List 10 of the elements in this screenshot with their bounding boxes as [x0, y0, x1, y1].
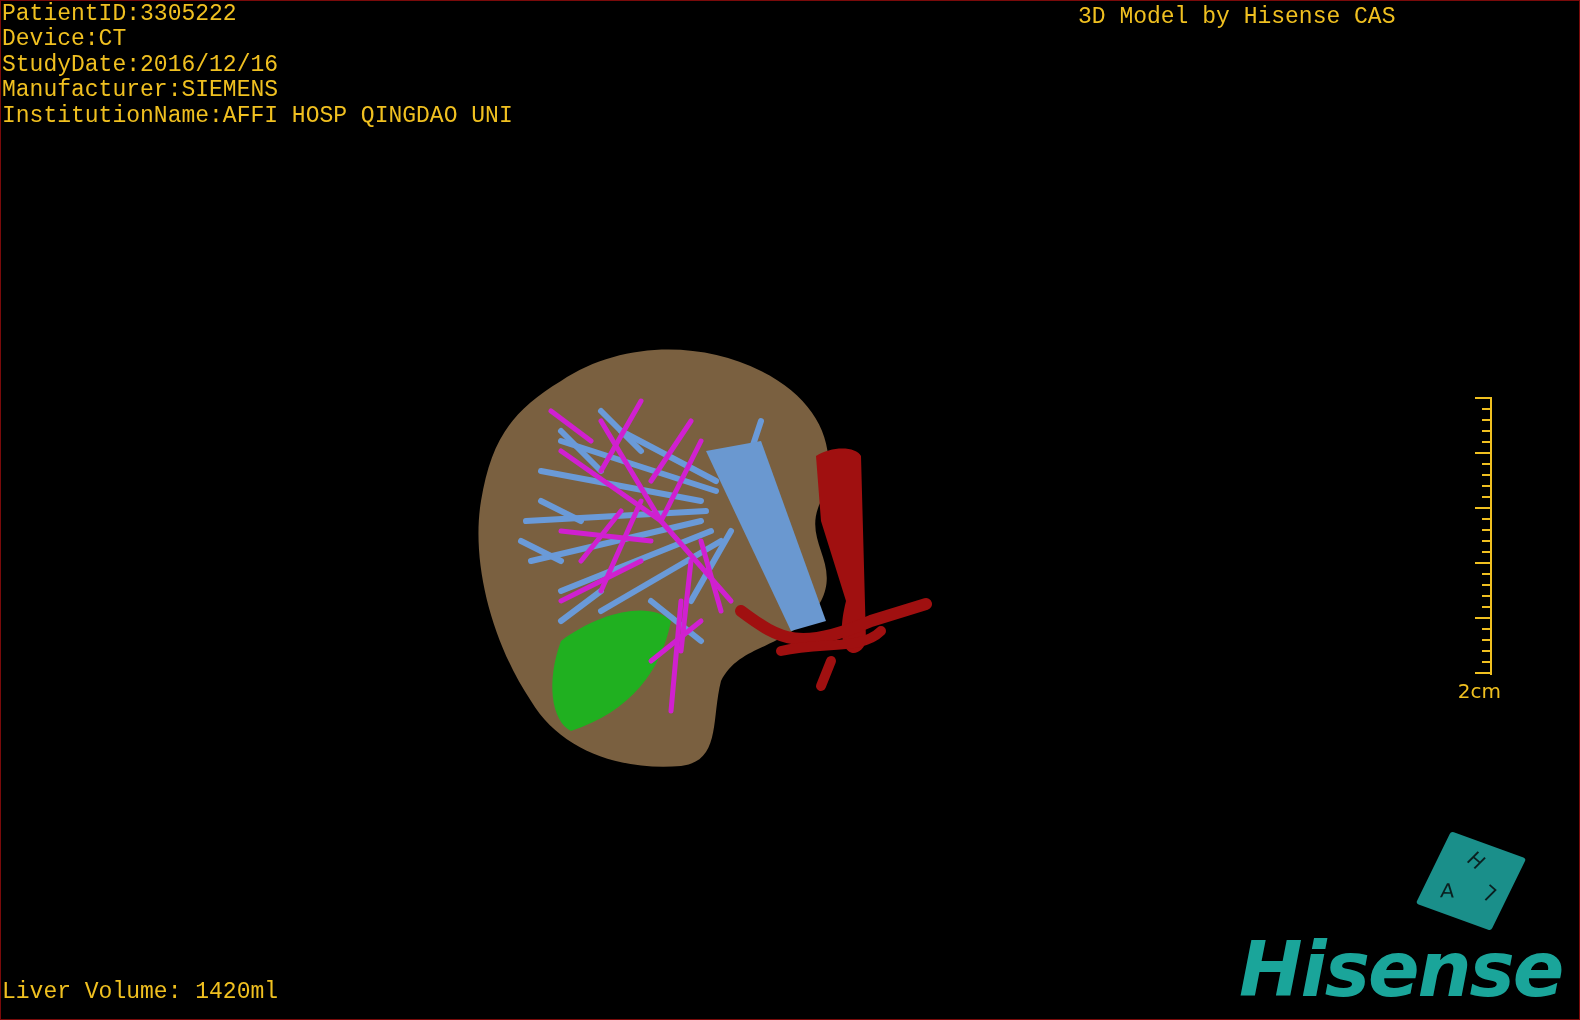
- patient-info-text: Device:CT: [2, 27, 128, 53]
- liver-volume-text: Liver Volume: 1420ml: [2, 978, 279, 1007]
- viewer-title: 3D Model by Hisense CAS: [1078, 3, 1396, 32]
- patient-info-text: InstitutionName:AFFI HOSP QINGDAO UNI: [2, 103, 513, 130]
- orientation-cube[interactable]: H A L: [1415, 831, 1527, 931]
- brand-logo: Hisense: [1239, 929, 1563, 1011]
- scale-label: 2cm: [1457, 679, 1501, 703]
- patient-info-text: Manufacturer:SIEMENS: [2, 78, 280, 104]
- patient-info-text: StudyDate:2016/12/16: [2, 52, 280, 78]
- patient-info-text: PatientID:3305222: [2, 2, 238, 27]
